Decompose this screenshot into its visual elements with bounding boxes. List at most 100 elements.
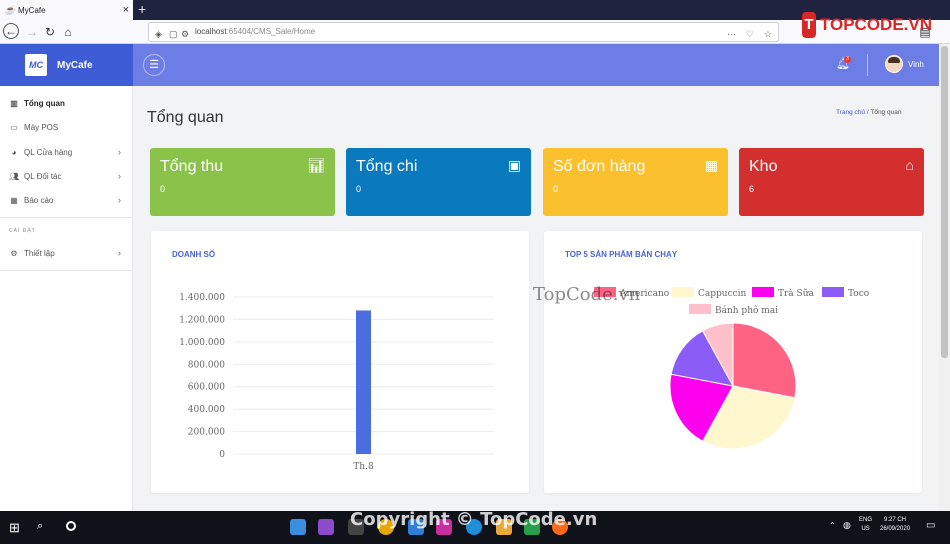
breadcrumb-separator: / (866, 109, 869, 116)
tab-favicon-icon: ☕ (4, 5, 16, 15)
home-icon[interactable]: ⌂ (59, 23, 77, 41)
y-tick-label: 400.000 (188, 405, 225, 415)
watermark-copyright: Copyright © TopCode.vn (350, 509, 598, 530)
sidebar-item-pos[interactable]: ▭ Máy POS (0, 115, 133, 139)
topcode-logo-mark: T (802, 12, 816, 38)
legend-swatch[interactable] (752, 287, 774, 297)
stat-card-orders[interactable]: Số đơn hàng 0 ▦ (543, 148, 728, 216)
stat-card-expense[interactable]: Tổng chi 0 ▣ (346, 148, 531, 216)
gear-icon: ⚙ (10, 248, 18, 258)
legend-label[interactable]: Bánh phô mai (715, 305, 778, 316)
stat-label: Tổng thu (160, 158, 224, 175)
legend-swatch[interactable] (672, 287, 694, 297)
stat-card-revenue[interactable]: Tổng thu 0 📊︎ (150, 148, 335, 216)
tray-chevron-up-icon[interactable]: ⌃ (829, 521, 836, 530)
sidebar-divider (0, 270, 133, 271)
sidebar-item-label: Báo cáo (24, 195, 54, 205)
sidebar: ▥ Tổng quan ▭ Máy POS ◕ QL Cửa hàng › 👥︎… (0, 86, 133, 511)
pie-slice[interactable] (732, 322, 797, 399)
address-bar[interactable]: ◈ ▢ ⚙ localhost:65404/CMS_Sale/Home ··· … (148, 22, 779, 42)
new-tab-button[interactable]: + (138, 1, 146, 17)
sidebar-section-heading: CÀI ĐẶT (9, 228, 36, 234)
taskbar-app-icon[interactable] (290, 519, 306, 535)
sidebar-item-label: Thiết lập (24, 248, 55, 258)
sidebar-item-partners[interactable]: 👥︎ QL Đối tác › (0, 164, 133, 188)
clock[interactable]: 9:27 CH 26/09/2020 (880, 516, 910, 534)
page-icon: ▢ (169, 29, 178, 39)
breadcrumb: Trang chủ / Tổng quan (836, 109, 901, 116)
bar-chart-icon: 📊︎ (307, 157, 325, 173)
pie-icon: ◕ (11, 147, 17, 157)
topcode-logo: T TOPCODE.VN (802, 10, 932, 40)
top5-card: TOP 5 SẢN PHẨM BÁN CHẠY Americano Cappucc… (544, 231, 922, 493)
brand-bar: MC MyCafe (0, 44, 133, 86)
y-tick-label: 600.000 (188, 383, 225, 393)
cortana-icon[interactable] (66, 521, 76, 531)
back-arrow-icon[interactable]: ← (3, 23, 19, 39)
legend-label[interactable]: Cappuccin (698, 289, 747, 299)
sidebar-item-label: QL Cửa hàng (24, 147, 73, 157)
sidebar-item-label: Tổng quan (24, 98, 65, 108)
warehouse-icon: ⌂ (905, 157, 914, 173)
legend-swatch[interactable] (689, 304, 711, 314)
window-icon: ▣ (507, 157, 521, 173)
legend-label[interactable]: Trà Sữa (778, 288, 814, 299)
more-dots-icon[interactable]: ··· (727, 25, 736, 43)
app-name[interactable]: MyCafe (57, 60, 93, 71)
legend-label[interactable]: Toco (848, 289, 869, 299)
app-logo[interactable]: MC (25, 54, 47, 76)
pocket-icon[interactable]: ♡ (746, 25, 754, 43)
page-title: Tổng quan (147, 109, 224, 126)
url-path: :65404/CMS_Sale/Home (226, 27, 316, 36)
sidebar-item-settings[interactable]: ⚙ Thiết lập › (0, 241, 133, 265)
watermark-center: TopCode.vn (533, 284, 641, 305)
network-icon[interactable]: ◍ (843, 520, 851, 531)
stat-card-inventory[interactable]: Kho 6 ⌂ (739, 148, 924, 216)
table-icon: ▦ (10, 195, 18, 205)
sidebar-item-stores[interactable]: ◕ QL Cửa hàng › (0, 140, 133, 164)
search-icon[interactable]: ⌕ (37, 520, 43, 533)
notification-badge: 3 (844, 56, 851, 63)
notification-center-icon[interactable]: ▭ (926, 520, 935, 531)
tab-title: MyCafe (18, 5, 46, 15)
stat-value: 0 (160, 184, 166, 194)
legend-swatch[interactable] (822, 287, 844, 297)
tab-close-icon[interactable]: × (123, 4, 129, 16)
breadcrumb-home-link[interactable]: Trang chủ (836, 109, 865, 116)
sidebar-item-overview[interactable]: ▥ Tổng quan (0, 91, 133, 115)
chevron-right-icon: › (118, 147, 121, 157)
user-avatar[interactable] (885, 55, 903, 73)
users-icon: 👥︎ (9, 171, 20, 181)
y-tick-label: 0 (219, 450, 225, 460)
bookmark-star-icon[interactable]: ☆ (764, 25, 772, 43)
x-tick-label: Th.8 (353, 462, 374, 472)
sales-bar-chart: 0 200.000 400.000 600.000 800.000 1.000.000 1.… (179, 293, 494, 472)
permissions-icon: ⚙ (181, 29, 190, 39)
sidebar-item-label: Máy POS (24, 122, 59, 132)
scrollbar-thumb[interactable] (941, 46, 948, 358)
top-header: ☰ 🔔︎ 3 Vinh (133, 44, 939, 86)
calendar-icon: ▦ (704, 157, 718, 173)
stat-label: Số đơn hàng (553, 158, 646, 175)
user-name[interactable]: Vinh (908, 60, 924, 69)
sidebar-item-label: QL Đối tác (24, 171, 62, 181)
language-indicator[interactable]: ENG US (859, 516, 872, 534)
breadcrumb-current: Tổng quan (870, 109, 902, 116)
forward-arrow-icon[interactable]: → (23, 23, 41, 41)
header-divider (867, 54, 868, 76)
top5-pie-chart: Americano Cappuccin Trà Sữa TocoBánh phô ma… (594, 287, 869, 450)
bar-mark[interactable] (356, 310, 371, 454)
chevron-right-icon: › (118, 171, 121, 181)
chart-icon: ▥ (10, 98, 18, 108)
hamburger-menu-icon[interactable]: ☰ (143, 54, 165, 76)
windows-start-icon[interactable]: ⊞ (9, 520, 20, 536)
sidebar-item-reports[interactable]: ▦ Báo cáo › (0, 188, 133, 212)
browser-tab[interactable]: ☕ MyCafe × (0, 0, 133, 20)
stat-value: 0 (553, 184, 559, 194)
reload-icon[interactable]: ↻ (41, 23, 59, 41)
sales-card: DOANH SỐ 0 200.000 400.000 600.000 800.000 1.… (151, 231, 529, 493)
stat-label: Tổng chi (356, 158, 418, 175)
topcode-logo-text: TOPCODE.VN (819, 15, 932, 34)
visual-studio-icon[interactable] (318, 519, 334, 535)
region-code: US (861, 526, 870, 532)
